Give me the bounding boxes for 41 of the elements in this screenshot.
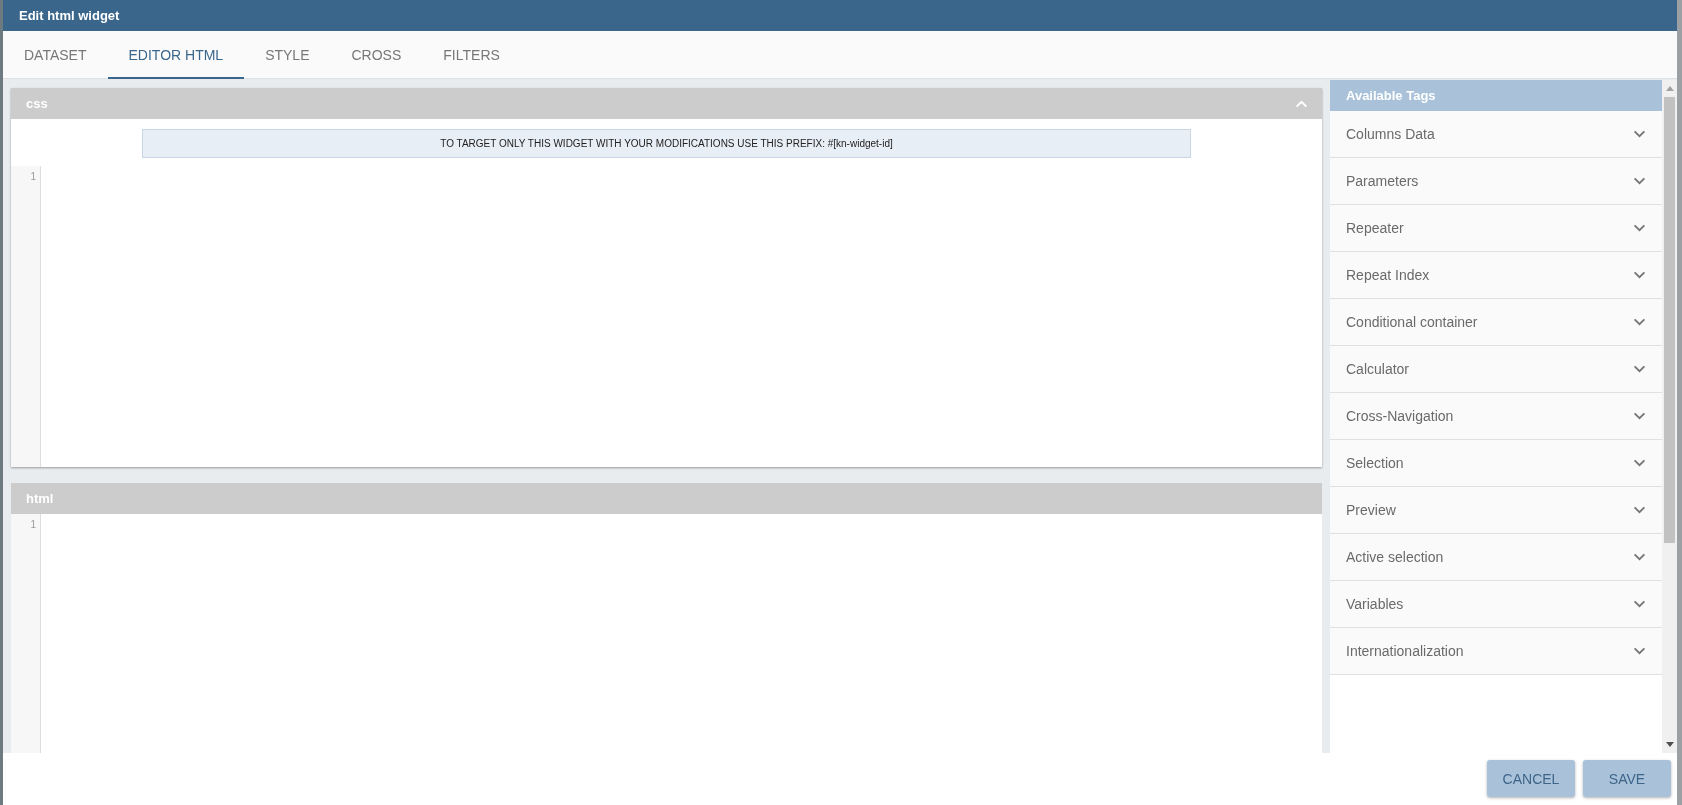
tag-group-item[interactable]: Variables <box>1330 581 1662 628</box>
scrollbar-track[interactable] <box>1662 80 1677 753</box>
cancel-button[interactable]: CANCEL <box>1487 760 1575 797</box>
tag-group-item[interactable]: Preview <box>1330 487 1662 534</box>
tag-group-label: Internationalization <box>1346 643 1464 659</box>
tag-group-item[interactable]: Repeater <box>1330 205 1662 252</box>
tag-group-label: Selection <box>1346 455 1404 471</box>
collapse-chevron-icon[interactable] <box>1295 99 1308 108</box>
tag-group-label: Variables <box>1346 596 1404 612</box>
tag-group-item[interactable]: Cross-Navigation <box>1330 393 1662 440</box>
tags-title: Available Tags <box>1346 88 1436 103</box>
tag-group-label: Parameters <box>1346 173 1419 189</box>
prefix-notice: TO TARGET ONLY THIS WIDGET WITH YOUR MODIFICATIONS USE THIS PREFIX: #[kn-widget-id] <box>142 129 1191 158</box>
tag-group-item[interactable]: Parameters <box>1330 158 1662 205</box>
scroll-down-icon[interactable] <box>1665 742 1674 747</box>
tag-group-item[interactable]: Selection <box>1330 440 1662 487</box>
tag-group-label: Preview <box>1346 502 1396 518</box>
tab[interactable]: DATASET <box>3 31 108 79</box>
tab[interactable]: STYLE <box>244 31 331 79</box>
tag-group-label: Active selection <box>1346 549 1444 565</box>
tag-group-item[interactable]: Internationalization <box>1330 628 1662 675</box>
tag-group-item[interactable]: Active selection <box>1330 534 1662 581</box>
tag-group-label: Cross-Navigation <box>1346 408 1454 424</box>
dialog-title: Edit html widget <box>19 8 120 23</box>
code-editor[interactable]: 1 <box>11 166 1322 467</box>
save-button[interactable]: SAVE <box>1583 760 1671 797</box>
tag-group-item[interactable]: Repeat Index <box>1330 252 1662 299</box>
tag-group-label: Conditional container <box>1346 314 1478 330</box>
line-number: 1 <box>30 170 37 184</box>
line-number: 1 <box>30 518 37 532</box>
tag-group-label: Columns Data <box>1346 126 1435 142</box>
tag-group-label: Repeat Index <box>1346 267 1430 283</box>
scrollbar-thumb[interactable] <box>1664 97 1675 543</box>
tag-group-label: Repeater <box>1346 220 1404 236</box>
tag-group-item[interactable]: Calculator <box>1330 346 1662 393</box>
tab[interactable]: CROSS <box>330 31 423 79</box>
scroll-up-icon[interactable] <box>1665 86 1674 91</box>
tab[interactable]: FILTERS <box>422 31 521 79</box>
tag-group-item[interactable]: Columns Data <box>1330 111 1662 158</box>
tag-group-label: Calculator <box>1346 361 1410 377</box>
tag-group-item[interactable]: Conditional container <box>1330 299 1662 346</box>
